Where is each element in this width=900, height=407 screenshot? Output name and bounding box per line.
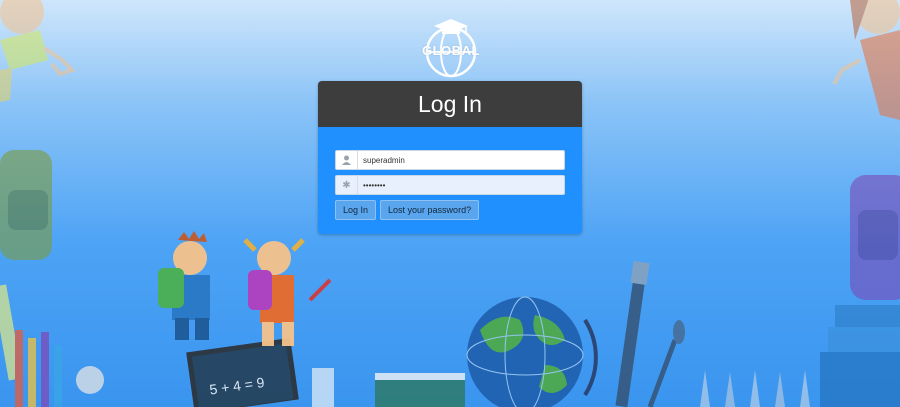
login-form: ✱ Log In Lost your password? (318, 127, 582, 220)
lost-password-button[interactable]: Lost your password? (380, 200, 480, 220)
books-right (820, 305, 900, 407)
username-input[interactable] (358, 151, 564, 169)
paintbrush (615, 260, 685, 407)
logo-text: GLOBAL (422, 43, 480, 58)
backpack-right (850, 175, 900, 300)
login-panel-header: Log In (318, 81, 582, 127)
pencils-left (0, 284, 104, 407)
cartoon-kids-walking (158, 231, 332, 346)
asterisk-icon: ✱ (336, 176, 358, 194)
password-field: ✱ (335, 175, 565, 195)
password-input[interactable] (358, 176, 564, 194)
book-bottom (375, 373, 465, 407)
crayons-bottom-right (700, 370, 810, 407)
chalkboard: 5 + 4 = 9 (186, 337, 299, 407)
global-logo: GLOBAL (420, 16, 482, 78)
login-actions: Log In Lost your password? (335, 200, 565, 220)
login-button[interactable]: Log In (335, 200, 377, 220)
user-icon (336, 151, 358, 169)
cartoon-girl-top-right (832, 0, 900, 120)
beaker (312, 368, 334, 407)
login-title: Log In (418, 90, 482, 117)
login-panel: Log In ✱ Log In Lost your password? (318, 81, 582, 234)
cartoon-boy-top-left (0, 0, 76, 102)
backpack-left (0, 150, 52, 260)
globe-illustration (466, 296, 598, 407)
username-field (335, 150, 565, 170)
